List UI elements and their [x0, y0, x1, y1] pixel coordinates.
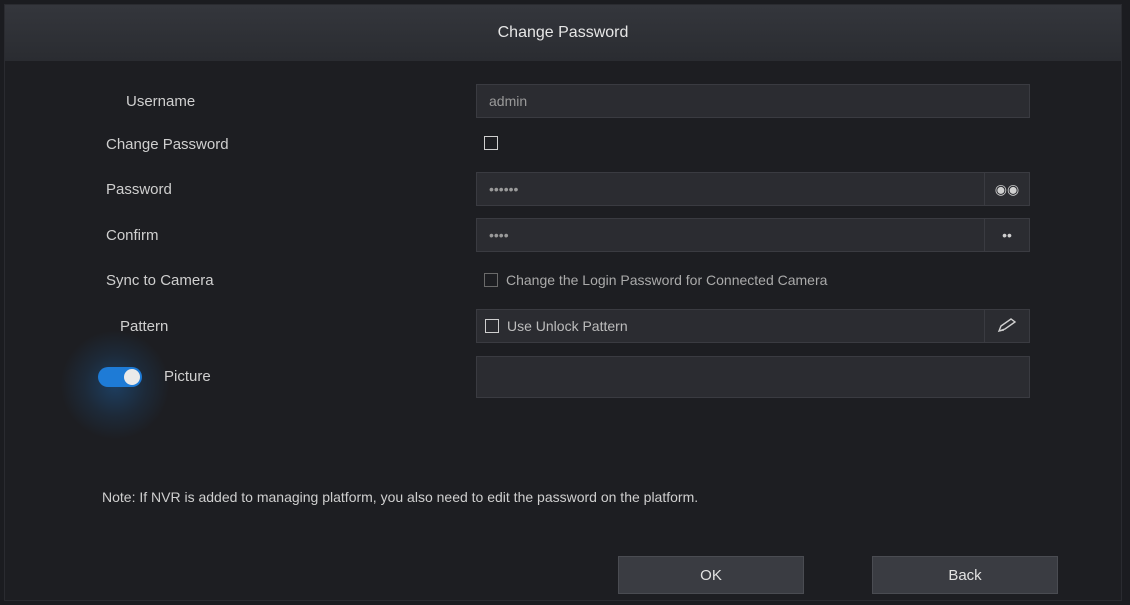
username-value: admin [489, 93, 528, 109]
confirm-label: Confirm [106, 227, 159, 244]
username-field[interactable]: admin [476, 84, 1030, 118]
pattern-checkbox[interactable] [485, 319, 499, 333]
password-label: Password [106, 181, 172, 198]
pattern-field[interactable]: Use Unlock Pattern [476, 309, 1030, 343]
sync-camera-option[interactable]: Change the Login Password for Connected … [484, 272, 827, 288]
change-password-checkbox-wrap[interactable] [484, 136, 498, 150]
sync-camera-option-text: Change the Login Password for Connected … [506, 272, 828, 288]
ok-button[interactable]: OK [618, 556, 804, 594]
username-label: Username [126, 93, 196, 110]
password-value: •••••• [489, 181, 519, 197]
sync-camera-label: Sync to Camera [106, 272, 214, 289]
note-text: Note: If NVR is added to managing platfo… [102, 489, 699, 505]
pencil-icon[interactable] [984, 310, 1029, 342]
back-button[interactable]: Back [872, 556, 1058, 594]
show-password-icon[interactable]: ◉◉ [984, 173, 1029, 205]
pattern-area[interactable] [476, 356, 1030, 398]
change-password-checkbox[interactable] [484, 136, 498, 150]
picture-toggle[interactable] [98, 367, 142, 387]
dialog-title-text: Change Password [497, 24, 629, 41]
pattern-option-text: Use Unlock Pattern [507, 318, 628, 334]
confirm-field[interactable]: •••• •• [476, 218, 1030, 252]
toggle-label: Picture [164, 368, 211, 385]
password-field[interactable]: •••••• ◉◉ [476, 172, 1030, 206]
dialog-title: Change Password [5, 5, 1121, 61]
show-confirm-icon[interactable]: •• [984, 219, 1029, 251]
change-password-label: Change Password [106, 136, 229, 153]
toggle-knob [124, 369, 140, 385]
sync-camera-checkbox[interactable] [484, 273, 498, 287]
confirm-value: •••• [489, 227, 509, 243]
